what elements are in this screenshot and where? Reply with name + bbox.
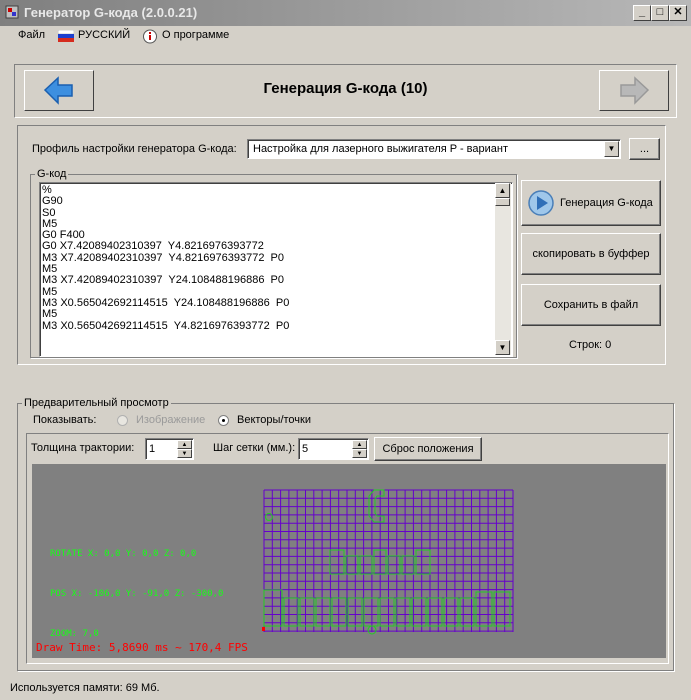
show-label: Показывать: [33, 414, 97, 426]
title-bar: Генератор G-кода (2.0.0.21) _ □ ✕ [0, 0, 691, 26]
profile-select[interactable]: Настройка для лазерного выжигателя P - в… [247, 139, 621, 159]
menu-bar: Файл РУССКИЙ О программе [0, 26, 691, 46]
thickness-stepper[interactable]: 1 ▲ ▼ [145, 438, 194, 460]
page-title: Генерация G-кода (10) [263, 80, 428, 97]
profile-select-value: Настройка для лазерного выжигателя P - в… [253, 143, 509, 155]
vector-glyph [411, 597, 427, 627]
stepper-down-icon[interactable]: ▼ [177, 449, 192, 458]
stepper-up-icon[interactable]: ▲ [352, 440, 367, 449]
preview-canvas [262, 489, 514, 635]
copy-button[interactable]: скопировать в буффер [521, 233, 661, 275]
stepper-up-icon[interactable]: ▲ [177, 440, 192, 449]
radio-image-label: Изображение [136, 414, 206, 426]
scroll-up-icon[interactable]: ▲ [495, 183, 510, 198]
gcode-line: % [42, 185, 52, 196]
thickness-label: Толщина трактории: [31, 442, 135, 454]
close-button[interactable]: ✕ [669, 5, 687, 21]
origin-marker [262, 627, 265, 631]
gcode-line: M3 X0.565042692114515 Y24.108488196886 P… [42, 296, 290, 309]
vector-glyph [329, 549, 345, 575]
gcode-textarea[interactable]: % G90 S0 M5 G0 F400 G0 X7.42089402310397 Y4.8… [39, 182, 513, 357]
scroll-thumb[interactable] [495, 198, 510, 206]
scroll-down-icon[interactable]: ▼ [495, 340, 510, 355]
gcode-line: M3 X0.565042692114515 Y4.8216976393772 P… [42, 319, 290, 332]
info-icon [143, 29, 157, 44]
vector-glyph [263, 589, 283, 627]
radio-vectors-dot [222, 419, 225, 422]
app-icon [5, 5, 19, 19]
preview-legend: Предварительный просмотр [24, 397, 169, 409]
gcode-line: M3 X7.42089402310397 Y24.108488196886 P0 [42, 274, 285, 287]
window-title: Генератор G-кода (2.0.0.21) [24, 5, 198, 20]
grid-step-stepper[interactable]: 5 ▲ ▼ [298, 438, 369, 460]
radio-vectors-label: Векторы/точки [237, 414, 311, 426]
main-panel: Профиль настройки генератора G-кода: Нас… [17, 125, 666, 365]
status-memory: Используется памяти: 69 Мб. [10, 682, 160, 694]
gcode-line: S0 [42, 206, 56, 219]
menu-about[interactable]: О программе [162, 29, 229, 41]
save-button[interactable]: Сохранить в файл [521, 284, 661, 326]
vector-glyph [379, 597, 395, 627]
stepper-down-icon[interactable]: ▼ [352, 449, 367, 458]
overlay-rotate: ROTATE X: 0,0 Y: 0,0 Z: 0,0 [50, 549, 197, 559]
gcode-line: M5 [42, 308, 58, 321]
generate-button[interactable]: Генерация G-кода [521, 180, 661, 226]
reset-position-button[interactable]: Сброс положения [374, 437, 482, 461]
overlay-zoom: ZOOM: 7,0 [50, 629, 99, 639]
menu-file[interactable]: Файл [18, 29, 45, 41]
vector-drawing [263, 489, 511, 635]
radio-vectors[interactable] [218, 415, 229, 426]
overlay-draw-time: Draw Time: 5,8690 ms ~ 170,4 FPS [36, 641, 248, 654]
vector-glyph [475, 591, 493, 627]
russian-flag-icon [58, 30, 74, 42]
grid-step-value: 5 [302, 443, 309, 455]
vector-glyph-c [368, 489, 385, 523]
vector-glyph [299, 597, 315, 627]
gcode-line: G90 [42, 195, 63, 208]
minimize-button[interactable]: _ [633, 5, 651, 21]
gcode-lines: % G90 S0 M5 G0 F400 G0 X7.42089402310397 Y4.8… [42, 185, 502, 357]
profile-label: Профиль настройки генератора G-кода: [32, 143, 237, 155]
menu-language[interactable]: РУССКИЙ [78, 29, 130, 41]
vector-glyph [415, 549, 431, 575]
gcode-line: M5 [42, 217, 58, 230]
gcode-legend: G-код [37, 168, 67, 180]
radio-image[interactable] [117, 415, 128, 426]
gcode-line: M3 X7.42089402310397 Y4.8216976393772 P0 [42, 251, 285, 264]
chevron-down-icon[interactable]: ▼ [604, 141, 619, 157]
vector-glyph [283, 597, 299, 627]
arrow-right-icon [620, 76, 650, 105]
vector-glyph [395, 597, 411, 627]
grid-step-label: Шаг сетки (мм.): [213, 442, 296, 454]
gcode-scrollbar[interactable]: ▲ ▼ [495, 183, 511, 355]
vector-glyph [363, 597, 379, 627]
maximize-button[interactable]: □ [651, 5, 669, 21]
overlay-pos: POS X: -106,0 Y: -91,0 Z: -300,0 [50, 589, 224, 599]
vector-glyph [315, 597, 331, 627]
lines-count: Строк: 0 [569, 339, 612, 351]
play-circle-icon [528, 190, 554, 216]
wizard-header: Генерация G-кода (10) [14, 64, 677, 118]
preview-viewport[interactable]: ROTATE X: 0,0 Y: 0,0 Z: 0,0 POS X: -106,… [32, 464, 666, 658]
profile-more-button[interactable]: ... [629, 138, 660, 160]
generate-button-label: Генерация G-кода [560, 197, 653, 209]
thickness-value: 1 [149, 443, 156, 455]
forward-button[interactable] [599, 70, 669, 111]
